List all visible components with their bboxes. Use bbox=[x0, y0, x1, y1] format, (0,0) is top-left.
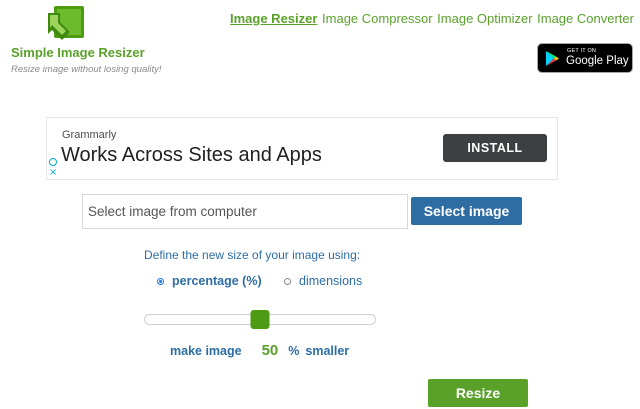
size-slider-handle[interactable] bbox=[250, 310, 270, 329]
select-image-button[interactable]: Select image bbox=[411, 197, 522, 225]
summary-value: 50 bbox=[261, 342, 279, 359]
resize-summary: make image 50 % smaller bbox=[170, 342, 349, 359]
google-play-store-label: Google Play bbox=[566, 55, 629, 67]
nav-image-optimizer[interactable]: Image Optimizer bbox=[437, 11, 532, 26]
close-icon[interactable]: × bbox=[49, 168, 57, 178]
site-logo-icon[interactable] bbox=[46, 4, 86, 42]
dimensions-label[interactable]: dimensions bbox=[299, 274, 362, 288]
site-title[interactable]: Simple Image Resizer bbox=[11, 45, 145, 60]
nav-image-compressor[interactable]: Image Compressor bbox=[322, 11, 433, 26]
google-play-badge[interactable]: GET IT ON Google Play bbox=[537, 43, 633, 73]
ad-banner[interactable]: Grammarly Works Across Sites and Apps IN… bbox=[46, 117, 558, 180]
ad-brand: Grammarly bbox=[62, 129, 117, 141]
resize-prompt: Define the new size of your image using: bbox=[144, 248, 361, 262]
nav-image-resizer[interactable]: Image Resizer bbox=[230, 11, 317, 26]
ad-install-button[interactable]: INSTALL bbox=[443, 134, 547, 162]
summary-prefix: make image bbox=[170, 344, 242, 358]
file-select-input[interactable]: Select image from computer bbox=[82, 194, 408, 229]
ad-headline[interactable]: Works Across Sites and Apps bbox=[61, 144, 322, 167]
percentage-radio[interactable] bbox=[157, 277, 164, 285]
resize-button[interactable]: Resize bbox=[428, 379, 528, 407]
google-play-icon bbox=[546, 51, 559, 66]
google-play-get-it-on: GET IT ON bbox=[567, 48, 597, 54]
option-dimensions[interactable]: dimensions bbox=[284, 274, 362, 288]
summary-unit: % bbox=[288, 344, 300, 358]
adchoices-info-icon[interactable] bbox=[49, 158, 57, 166]
top-nav: Image Resizer Image Compressor Image Opt… bbox=[230, 11, 634, 26]
percentage-label[interactable]: percentage (%) bbox=[172, 274, 262, 288]
summary-suffix: smaller bbox=[305, 344, 350, 358]
nav-image-converter[interactable]: Image Converter bbox=[537, 11, 634, 26]
option-percentage[interactable]: percentage (%) bbox=[157, 274, 262, 288]
site-tagline: Resize image without losing quality! bbox=[11, 64, 162, 75]
dimensions-radio[interactable] bbox=[284, 277, 291, 285]
